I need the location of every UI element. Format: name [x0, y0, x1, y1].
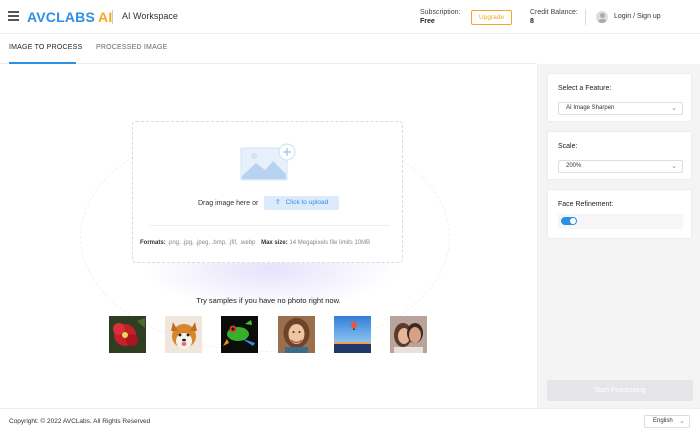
main-canvas: Drag image here or ⇪ Click to upload Form… [0, 64, 537, 408]
scale-card: Scale: 200% ⌄ [547, 131, 692, 180]
footer: Copyright: © 2022 AVCLabs. All Rights Re… [0, 408, 700, 432]
feature-value: AI Image Sharpen [566, 105, 615, 111]
tab-bar: IMAGE TO PROCESS PROCESSED IMAGE [0, 34, 537, 64]
samples-heading: Try samples if you have no photo right n… [196, 296, 341, 305]
divider [149, 225, 390, 226]
top-header: AVCLABS AI AI Workspace Subscription: Fre… [0, 0, 700, 34]
subscription-label: Subscription: [420, 9, 461, 16]
upload-dropzone[interactable]: Drag image here or ⇪ Click to upload Form… [132, 121, 403, 263]
subscription-value: Free [420, 18, 435, 25]
tab-image-to-process[interactable]: IMAGE TO PROCESS [9, 44, 82, 51]
flower-sample-thumbnail[interactable] [109, 316, 146, 353]
login-signup-link[interactable]: Login / Sign up [614, 13, 661, 20]
workspace-title: AI Workspace [122, 11, 178, 21]
face-refinement-toggle[interactable] [561, 217, 577, 225]
divider [585, 9, 586, 25]
user-avatar-icon[interactable] [596, 11, 608, 23]
maxsize-label: Max size: [261, 240, 288, 246]
drag-instructions: Drag image here or [198, 200, 259, 207]
credit-balance: Credit Balance: 8 [530, 8, 578, 26]
upload-icon: ⇪ [274, 199, 281, 206]
upload-label: Click to upload [285, 199, 329, 206]
feature-label: Select a Feature: [558, 85, 612, 92]
divider [112, 10, 113, 24]
logo[interactable]: AVCLABS AI [27, 9, 112, 25]
language-select[interactable]: English ⌄ [644, 415, 690, 428]
couple-portrait-sample-thumbnail[interactable] [390, 316, 427, 353]
tab-processed-image[interactable]: PROCESSED IMAGE [96, 44, 167, 51]
chevron-down-icon: ⌄ [671, 163, 677, 170]
chevron-down-icon: ⌄ [671, 105, 677, 112]
credit-value: 8 [530, 18, 534, 25]
add-image-icon [240, 143, 296, 181]
click-to-upload-button[interactable]: ⇪ Click to upload [264, 196, 339, 210]
maxsize-value: 14 Megapixels file limits 10MB [289, 240, 371, 246]
upgrade-button[interactable]: Upgrade [471, 10, 512, 25]
dog-sample-thumbnail[interactable] [165, 316, 202, 353]
balloon-landscape-sample-thumbnail[interactable] [334, 316, 371, 353]
credit-label: Credit Balance: [530, 9, 578, 16]
face-refinement-row [558, 214, 683, 229]
subscription-info: Subscription: Free [420, 8, 460, 26]
face-refinement-card: Face Refinement: [547, 189, 692, 239]
frog-sample-thumbnail[interactable] [221, 316, 258, 353]
formats-label: Formats: [140, 240, 166, 246]
woman-portrait-sample-thumbnail[interactable] [278, 316, 315, 353]
logo-ai: AI [98, 9, 113, 25]
feature-select[interactable]: AI Image Sharpen ⌄ [558, 102, 683, 115]
settings-panel: Select a Feature: AI Image Sharpen ⌄ Sca… [537, 64, 700, 408]
scale-label: Scale: [558, 143, 578, 150]
chevron-down-icon: ⌄ [679, 418, 685, 425]
start-processing-button[interactable]: Start Processing [547, 380, 693, 401]
scale-value: 200% [566, 163, 582, 169]
logo-brand: AVCLABS [27, 9, 96, 25]
hamburger-menu-icon[interactable] [8, 11, 19, 21]
scale-select[interactable]: 200% ⌄ [558, 160, 683, 173]
formats-value: .png, .jpg, .jpeg, .bmp, .jfif, .webp [167, 240, 256, 246]
face-refinement-label: Face Refinement: [558, 201, 614, 208]
language-value: English [653, 418, 673, 424]
format-info: Formats: .png, .jpg, .jpeg, .bmp, .jfif,… [140, 240, 370, 246]
feature-card: Select a Feature: AI Image Sharpen ⌄ [547, 73, 692, 122]
copyright-text: Copyright: © 2022 AVCLabs. All Rights Re… [9, 418, 151, 425]
